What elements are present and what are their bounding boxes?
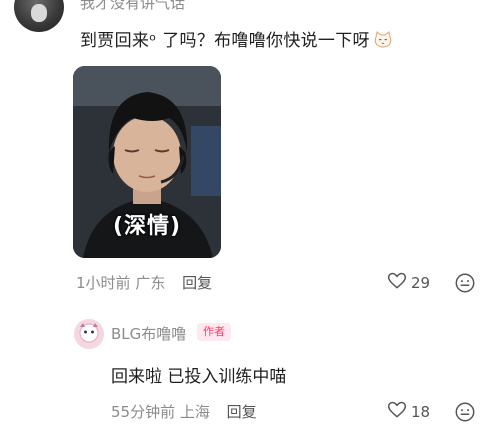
reply-location: 上海 xyxy=(179,403,210,421)
comment-reply-button[interactable]: 回复 xyxy=(182,274,212,292)
comment-thread: 我才没有讲气话 到贾回来ᵒ 了吗？布噜噜你快说一下呀 (深情) 1小时前 广东 … xyxy=(0,0,500,440)
author-username[interactable]: BLG布噜噜 xyxy=(111,323,186,344)
image-caption: (深情) xyxy=(112,214,182,239)
heart-outline-icon xyxy=(387,271,407,295)
comment-like-button[interactable]: 29 xyxy=(387,271,430,295)
comment-time: 1小时前 xyxy=(76,274,131,292)
reply-like-count: 18 xyxy=(411,403,431,421)
reply-like-button[interactable]: 18 xyxy=(387,400,430,424)
comment-location: 广东 xyxy=(135,274,166,292)
reply-time: 55分钟前 xyxy=(111,403,176,421)
author-badge: 作者 xyxy=(197,323,231,341)
comment-text-body: 到贾回来ᵒ 了吗？布噜噜你快说一下呀 xyxy=(80,31,370,51)
reply-text: 回来啦 已投入训练中喵 xyxy=(111,367,287,387)
reply-reply-button[interactable]: 回复 xyxy=(227,403,257,421)
comment-image[interactable]: (深情) xyxy=(73,66,221,258)
comment-text: 到贾回来ᵒ 了吗？布噜噜你快说一下呀 xyxy=(80,26,393,54)
comment-meta: 1小时前 广东 回复 xyxy=(76,272,212,293)
commenter-username[interactable]: 我才没有讲气话 xyxy=(80,0,185,13)
comment-like-count: 29 xyxy=(411,274,431,292)
author-avatar[interactable] xyxy=(74,319,104,349)
emoji-smile-icon[interactable] xyxy=(454,401,476,423)
cat-face-emoji-icon xyxy=(373,31,393,54)
heart-outline-icon xyxy=(387,400,407,424)
commenter-avatar[interactable] xyxy=(14,0,64,32)
reply-meta: 55分钟前 上海 回复 xyxy=(111,401,257,422)
emoji-smile-icon[interactable] xyxy=(454,272,476,294)
